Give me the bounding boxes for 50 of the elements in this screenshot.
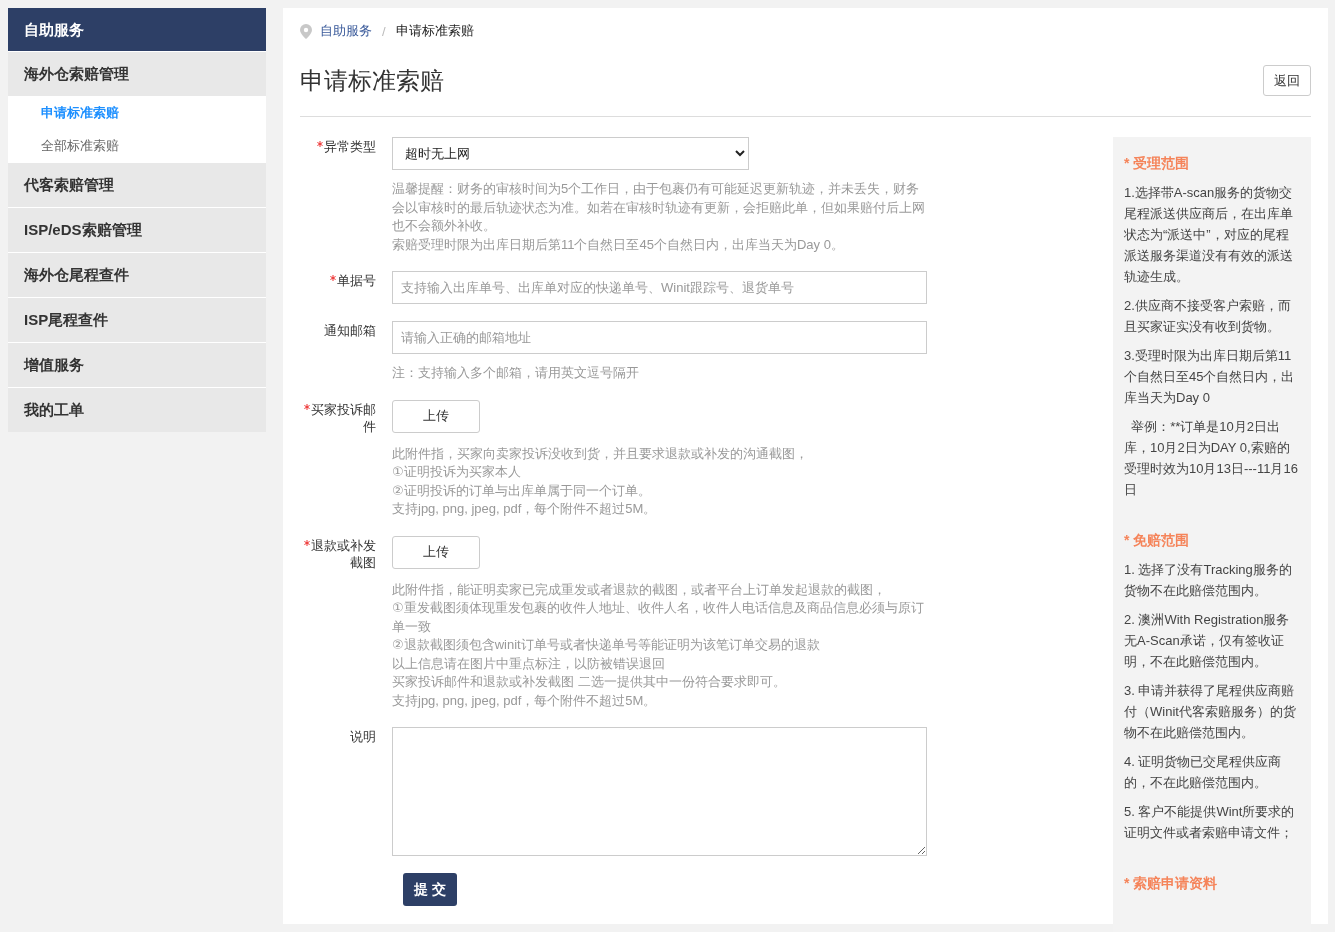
sidebar-header: 自助服务	[8, 8, 266, 51]
hint-text: ②退款截图须包含winit订单号或者快递单号等能证明为该笔订单交易的退款	[392, 636, 821, 654]
upload-button[interactable]: 上传	[392, 535, 480, 569]
input-field[interactable]: 请输入正确的邮箱地址	[392, 321, 927, 354]
sidebar-group[interactable]: ISP尾程查件	[8, 297, 266, 342]
breadcrumb-current: 申请标准索赔	[395, 22, 474, 40]
sidebar-group[interactable]: 海外仓尾程查件	[8, 252, 266, 297]
hint-text: 支持jpg, png, jpeg, pdf，每个附件不超过5M。	[392, 691, 658, 710]
info-paragraph: 1. 选择了没有Tracking服务的货物不在此赔偿范围内。	[1124, 561, 1293, 600]
info-paragraph: 2. 澳洲With Registration服务无A-Scan承诺，仅有签收证明，不在此赔偿范围内。	[1124, 611, 1291, 671]
info-paragraph: 5. 客户不能提供Wint所要求的证明文件或者索赔申请文件；	[1124, 803, 1296, 842]
field-label: 说明	[350, 729, 376, 744]
sidebar-group[interactable]: 我的工单	[8, 387, 266, 432]
exception-type-select[interactable]: 超时无上网	[392, 137, 749, 170]
section-title: * 索赔申请资料	[1124, 874, 1219, 893]
sidebar-group[interactable]: 海外仓索赔管理	[8, 51, 266, 96]
sidebar-item[interactable]: 全部标准索赔	[8, 129, 266, 162]
sidebar-group[interactable]: 代客索赔管理	[8, 162, 266, 207]
location-pin-icon	[300, 23, 312, 39]
submit-button[interactable]: 提 交	[403, 873, 457, 906]
field-label: 异常类型	[324, 139, 376, 154]
section-title: * 免赔范围	[1124, 531, 1191, 550]
hint-text: 索赔受理时限为出库日期后第11个自然日至45个自然日内，出库当天为Day 0。	[392, 235, 845, 254]
hint-text: 注：支持输入多个邮箱，请用英文逗号隔开	[392, 364, 640, 382]
info-paragraph: 3.受理时限为出库日期后第11个自然日至45个自然日内，出库当天为Day 0	[1124, 347, 1296, 407]
hint-text: 此附件指，买家向卖家投诉没收到货，并且要求退款或补发的沟通截图，	[392, 444, 809, 463]
page-title: 申请标准索赔	[300, 65, 444, 96]
upload-button[interactable]: 上传	[392, 399, 480, 433]
hint-text: 此附件指，能证明卖家已完成重发或者退款的截图，或者平台上订单发起退款的截图，	[392, 580, 887, 599]
field-label: 单据号	[337, 273, 376, 288]
breadcrumb-separator: /	[382, 23, 386, 39]
breadcrumb-link[interactable]: 自助服务	[320, 22, 372, 40]
section-title: * 受理范围	[1124, 154, 1191, 173]
field-label: 退款或补发截图	[311, 537, 376, 570]
sidebar-group[interactable]: 增值服务	[8, 342, 266, 387]
info-paragraph: 举例：**订单是10月2日出库，10月2日为DAY 0,索赔的受理时效为10月13日---11月16日	[1124, 418, 1299, 499]
field-label: 通知邮箱	[324, 323, 376, 338]
field-label: 买家投诉邮件	[311, 401, 376, 434]
back-button[interactable]: 返回	[1263, 65, 1311, 96]
info-paragraph: 1.选择带A-scan服务的货物交尾程派送供应商后，在出库单状态为“派送中”，对应的尾程派送服务渠道没有有效的派送轨迹生成。	[1124, 184, 1294, 286]
hint-text: ①证明投诉为买家本人	[392, 463, 522, 481]
input-field[interactable]: 支持输入出库单号、出库单对应的快递单号、Winit跟踪号、退货单号	[392, 271, 927, 304]
hint-text: 温馨提醒：财务的审核时间为5个工作日，由于包裹仍有可能延迟更新轨迹，并未丢失，财务会以审核时的最后轨迹状态为准。如若在审核时轨迹有更新，会拒赔此单，但如果赔付后上网也不会额外补收。	[392, 180, 926, 235]
description-field[interactable]	[392, 727, 927, 856]
info-paragraph: 2.供应商不接受客户索赔，而且买家证实没有收到货物。	[1124, 297, 1292, 336]
sidebar-group[interactable]: ISP/eDS索赔管理	[8, 207, 266, 252]
info-paragraph: 4. 证明货物已交尾程供应商的，不在此赔偿范围内。	[1124, 753, 1283, 792]
hint-text: 支持jpg, png, jpeg, pdf，每个附件不超过5M。	[392, 500, 658, 518]
info-paragraph: 3. 申请并获得了尾程供应商赔付（Winit代客索赔服务）的货物不在此赔偿范围内。	[1124, 682, 1297, 742]
hint-text: 以上信息请在图片中重点标注，以防被错误退回	[392, 654, 666, 673]
